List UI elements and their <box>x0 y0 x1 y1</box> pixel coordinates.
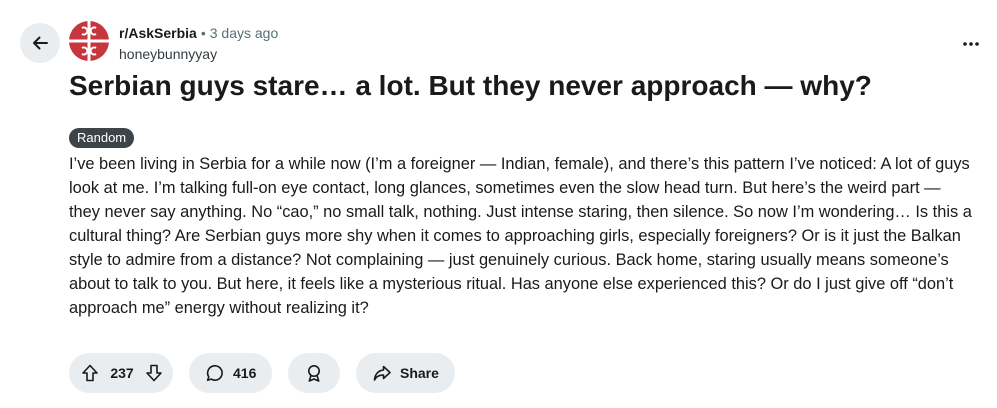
award-ribbon-icon <box>308 365 320 382</box>
share-arrow-icon <box>373 365 391 381</box>
post-meta: r/AskSerbia • 3 days ago honeybunnyyay <box>119 24 278 63</box>
comment-count: 416 <box>233 365 257 381</box>
speech-bubble-icon <box>206 364 223 382</box>
vote-bar: 237 <box>69 353 173 393</box>
arrow-up-icon <box>82 364 98 382</box>
post-meta-row: r/AskSerbia • 3 days ago <box>119 24 278 42</box>
subreddit-avatar[interactable] <box>69 21 109 61</box>
post-body: I’ve been living in Serbia for a while n… <box>69 155 972 317</box>
serbian-cross-emblem-icon <box>69 21 109 61</box>
share-label: Share <box>400 365 439 381</box>
arrow-left-icon <box>33 36 48 50</box>
arrow-down-icon <box>146 364 162 382</box>
post-flair[interactable]: Random <box>69 128 135 148</box>
subreddit-link[interactable]: r/AskSerbia <box>119 24 197 42</box>
upvote-button[interactable] <box>79 362 101 384</box>
meta-separator: • <box>200 25 206 41</box>
award-button[interactable] <box>288 353 340 393</box>
upvote-count: 237 <box>110 365 134 381</box>
post-actions: 237 416 Share <box>69 353 455 393</box>
share-button[interactable]: Share <box>356 353 455 393</box>
downvote-button[interactable] <box>143 362 165 384</box>
ellipsis-icon <box>963 42 979 46</box>
back-button[interactable] <box>20 23 60 63</box>
post-timestamp: 3 days ago <box>209 25 279 41</box>
comments-button[interactable]: 416 <box>189 353 272 393</box>
post-title: Serbian guys stare… a lot. But they neve… <box>69 70 872 101</box>
author-link[interactable]: honeybunnyyay <box>119 45 278 63</box>
more-options-button[interactable] <box>955 28 987 60</box>
